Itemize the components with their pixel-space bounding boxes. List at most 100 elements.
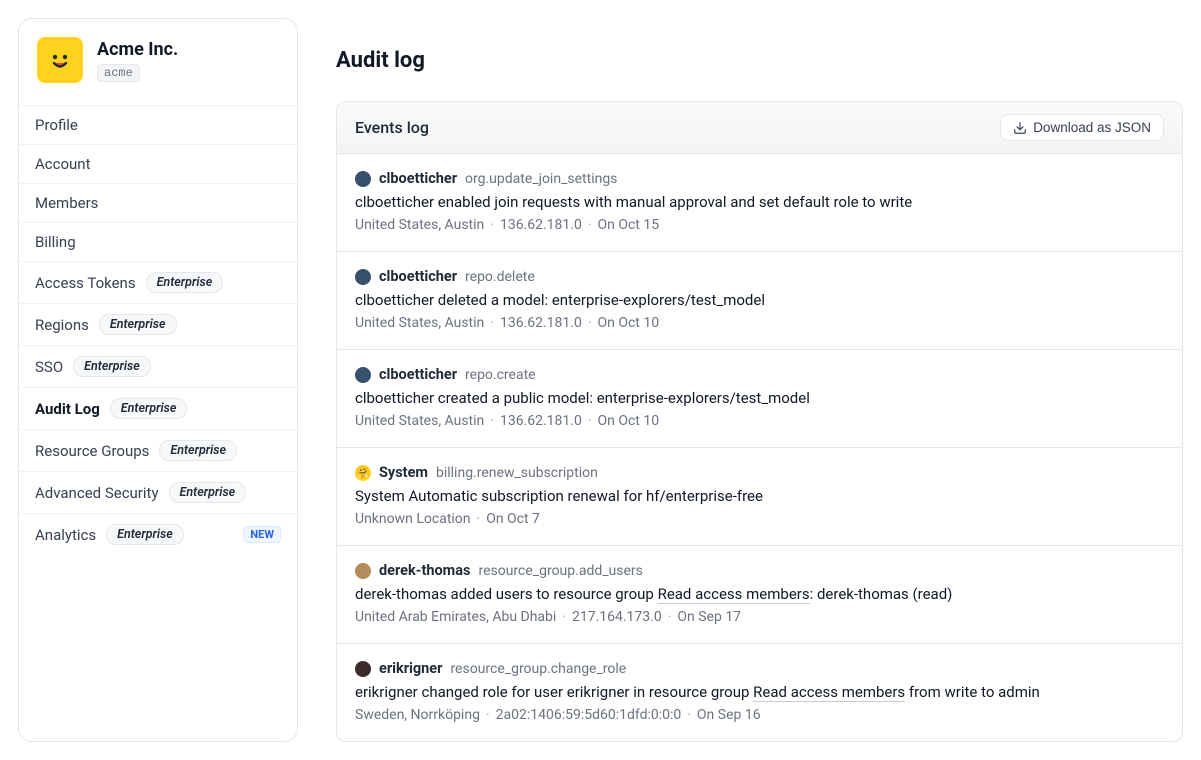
event-location: Unknown Location: [355, 511, 471, 527]
event-location: United States, Austin: [355, 315, 484, 331]
event-action-type: billing.renew_subscription: [436, 465, 598, 481]
event-meta: United Arab Emirates, Abu Dhabi·217.164.…: [355, 609, 1164, 625]
event-meta: Unknown Location·On Oct 7: [355, 511, 1164, 527]
event-description: System Automatic subscription renewal fo…: [355, 487, 1164, 505]
settings-sidebar: Acme Inc. acme Profile Account Members Bill…: [18, 18, 298, 742]
event-head: clboetticher org.update_join_settings: [355, 170, 1164, 187]
sidebar-item-billing[interactable]: Billing: [19, 223, 297, 262]
event-location: United States, Austin: [355, 413, 484, 429]
enterprise-badge: Enterprise: [73, 356, 151, 377]
sidebar-item-sso[interactable]: SSO Enterprise: [19, 346, 297, 388]
event-description: derek-thomas added users to resource gro…: [355, 585, 1164, 603]
event-actor[interactable]: System: [379, 464, 428, 481]
event-date: On Oct 7: [486, 511, 540, 527]
event-ip: 136.62.181.0: [500, 217, 582, 233]
sidebar-item-analytics[interactable]: Analytics Enterprise NEW: [19, 514, 297, 555]
avatar: [355, 661, 371, 677]
event-meta: United States, Austin·136.62.181.0·On Oc…: [355, 217, 1164, 233]
event-item: clboetticherrepo.delete clboetticher dele…: [337, 252, 1182, 350]
event-item: 🤗 System billing.renew_subscription System …: [337, 448, 1182, 546]
sidebar-item-account[interactable]: Account: [19, 145, 297, 184]
page-title: Audit log: [336, 48, 1183, 73]
org-logo: [37, 37, 83, 83]
event-date: On Sep 16: [697, 707, 761, 723]
event-date: On Oct 10: [598, 413, 660, 429]
event-actor[interactable]: derek-thomas: [379, 562, 470, 579]
event-head: erikrigner resource_group.change_role: [355, 660, 1164, 677]
org-slug: acme: [97, 64, 140, 82]
separator-dot: ·: [588, 315, 592, 331]
event-item: clboetticherorg.update_join_settingsclbo…: [337, 154, 1182, 252]
event-item: clboetticher repo.create clboetticher crea…: [337, 350, 1182, 448]
separator-dot: ·: [490, 315, 494, 331]
sidebar-item-members[interactable]: Members: [19, 184, 297, 223]
event-description: clboetticher deleted a model: enterprise…: [355, 291, 1164, 309]
sidebar-item-audit-log[interactable]: Audit LogEnterprise: [19, 388, 297, 430]
sidebar-item-label: Regions: [35, 316, 89, 334]
event-head: derek-thomas resource_group.add_users: [355, 562, 1164, 579]
sidebar-item-label: Analytics: [35, 526, 96, 544]
events-header: Events log Download as JSON: [337, 102, 1182, 154]
event-description: clboetticher created a public model: ent…: [355, 389, 1164, 407]
separator-dot: ·: [490, 217, 494, 233]
event-item: erikrignerresource_group.change_roleerik…: [337, 644, 1182, 741]
event-actor[interactable]: clboetticher: [379, 366, 457, 383]
download-icon: [1013, 121, 1027, 135]
enterprise-badge: Enterprise: [146, 272, 224, 293]
event-description: erikrigner changed role for user erikrig…: [355, 683, 1164, 701]
event-head: clboetticher repo.create: [355, 366, 1164, 383]
sidebar-item-label: Members: [35, 194, 98, 212]
sidebar-item-label: Billing: [35, 233, 76, 251]
event-meta: United States, Austin·136.62.181.0·On Oc…: [355, 315, 1164, 331]
event-location: United Arab Emirates, Abu Dhabi: [355, 609, 556, 625]
event-date: On Oct 15: [598, 217, 660, 233]
event-action-type: org.update_join_settings: [465, 171, 617, 187]
event-actor[interactable]: erikrigner: [379, 660, 442, 677]
event-ip: 136.62.181.0: [500, 315, 582, 331]
sidebar-item-resource-groups[interactable]: Resource GroupsEnterprise: [19, 430, 297, 472]
enterprise-badge: Enterprise: [159, 440, 237, 461]
sidebar-nav: Profile Account Members Billing Access Token…: [19, 106, 297, 555]
event-meta: Sweden, Norrköping·2a02:1406:59:5d60:1df…: [355, 707, 1164, 723]
smiley-icon: [46, 46, 74, 74]
new-badge: NEW: [243, 526, 281, 543]
event-action-type: resource_group.add_users: [478, 563, 642, 579]
enterprise-badge: Enterprise: [99, 314, 177, 335]
event-location: Sweden, Norrköping: [355, 707, 480, 723]
event-actor[interactable]: clboetticher: [379, 170, 457, 187]
sidebar-item-label: SSO: [35, 358, 63, 376]
sidebar-item-label: Advanced Security: [35, 484, 159, 502]
event-actor[interactable]: clboetticher: [379, 268, 457, 285]
resource-group-link[interactable]: Read access members: [753, 683, 905, 702]
org-name: Acme Inc.: [97, 39, 178, 60]
enterprise-badge: Enterprise: [106, 524, 184, 545]
event-ip: 217.164.173.0: [572, 609, 662, 625]
event-head: clboetticherrepo.delete: [355, 268, 1164, 285]
resource-group-link[interactable]: Read access members: [658, 585, 810, 604]
events-header-title: Events log: [355, 118, 429, 137]
avatar: [355, 367, 371, 383]
enterprise-badge: Enterprise: [169, 482, 247, 503]
avatar: 🤗: [355, 465, 371, 481]
separator-dot: ·: [490, 413, 494, 429]
avatar: [355, 269, 371, 285]
download-json-label: Download as JSON: [1033, 120, 1151, 135]
sidebar-item-label: Account: [35, 155, 91, 173]
enterprise-badge: Enterprise: [110, 398, 188, 419]
sidebar-item-advanced-security[interactable]: Advanced Security Enterprise: [19, 472, 297, 514]
sidebar-item-profile[interactable]: Profile: [19, 106, 297, 145]
event-meta: United States, Austin · 136.62.181.0 · On Oc…: [355, 413, 1164, 429]
event-ip: 136.62.181.0: [500, 413, 582, 429]
download-json-button[interactable]: Download as JSON: [1000, 114, 1164, 141]
separator-dot: ·: [588, 413, 592, 429]
event-description: clboetticher enabled join requests with …: [355, 193, 1164, 211]
events-list: clboetticherorg.update_join_settingsclbo…: [337, 154, 1182, 741]
event-action-type: resource_group.change_role: [450, 661, 626, 677]
sidebar-item-label: Profile: [35, 116, 78, 134]
event-ip: 2a02:1406:59:5d60:1dfd:0:0:0: [496, 707, 682, 723]
sidebar-item-access-tokens[interactable]: Access Tokens Enterprise: [19, 262, 297, 304]
event-action-type: repo.create: [465, 367, 536, 383]
event-location: United States, Austin: [355, 217, 484, 233]
sidebar-item-regions[interactable]: Regions Enterprise: [19, 304, 297, 346]
sidebar-item-label: Access Tokens: [35, 274, 136, 292]
